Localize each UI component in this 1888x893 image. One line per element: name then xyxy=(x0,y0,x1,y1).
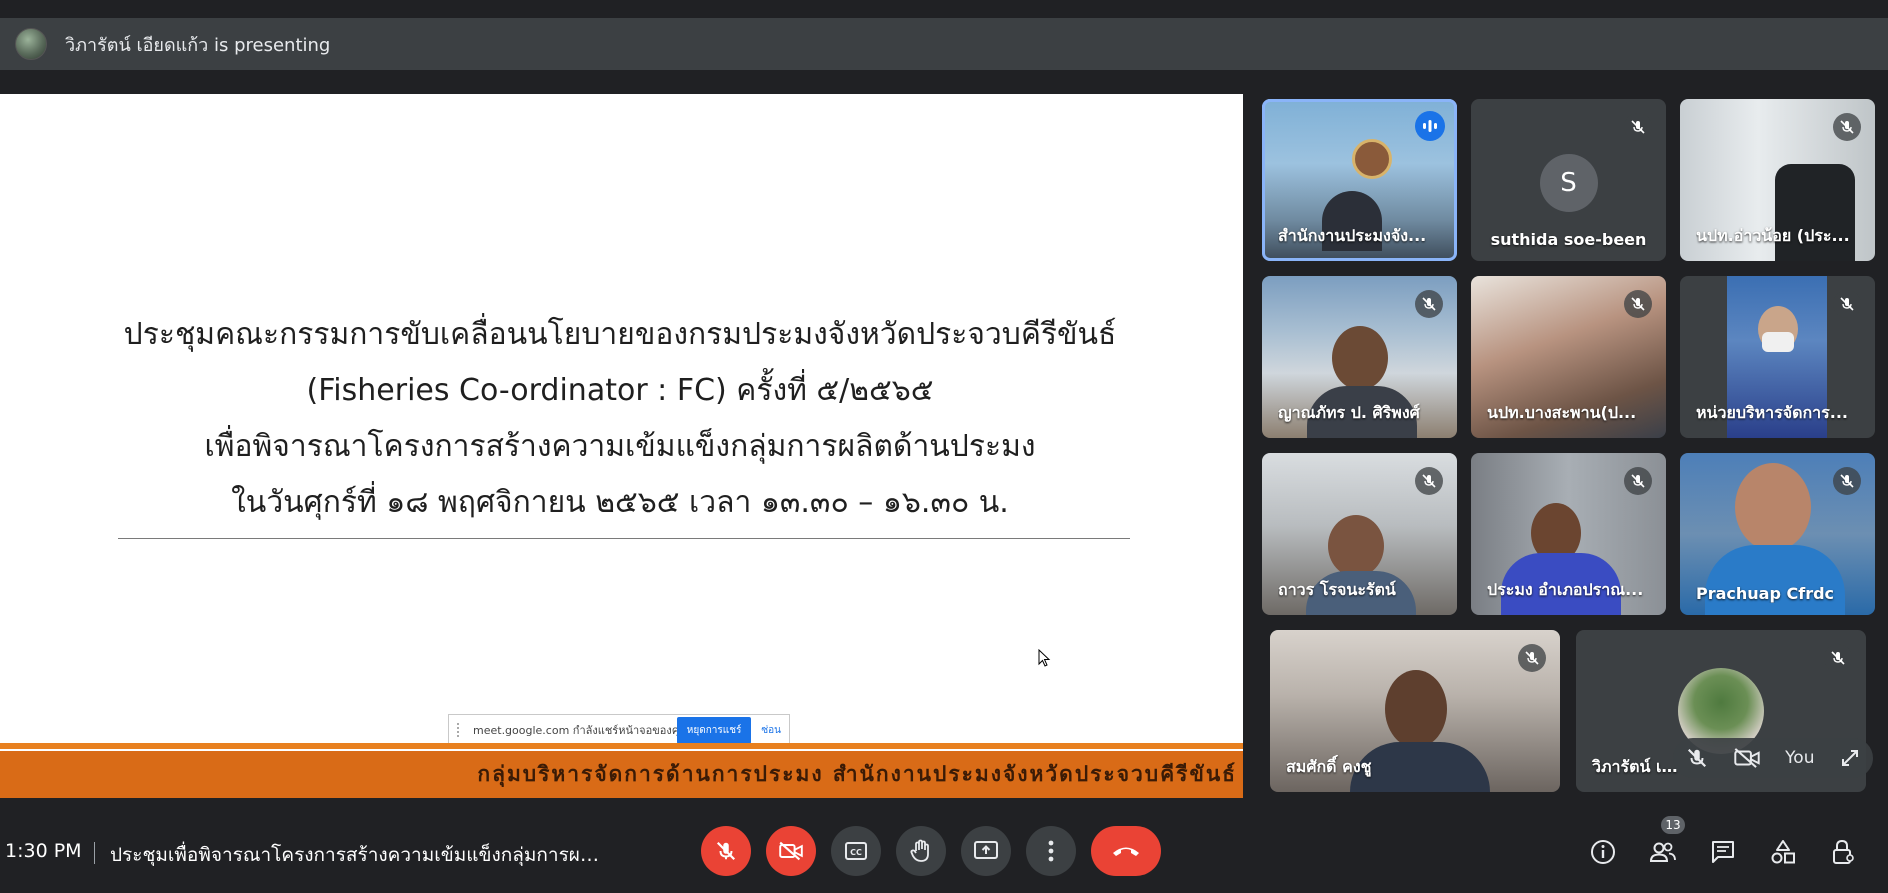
hand-icon xyxy=(910,839,932,863)
participant-name: ประมง อำเภอปราณ... xyxy=(1487,580,1644,599)
presenting-bar: วิภารัตน์ เอียดแก้ว is presenting xyxy=(0,18,1888,70)
meeting-title: ประชุมเพื่อพิจารณาโครงการสร้างความเข้มแข… xyxy=(110,844,600,866)
hang-up-icon xyxy=(1111,844,1141,858)
participant-tile[interactable]: นปท.อ่าวน้อย (ประ... xyxy=(1680,99,1875,261)
separator xyxy=(94,842,95,864)
mic-off-icon xyxy=(1415,290,1443,318)
present-screen-icon xyxy=(973,840,999,862)
mouse-cursor-icon xyxy=(1038,649,1052,669)
participant-tile[interactable]: สำนักงานประมงจัง... xyxy=(1262,99,1457,261)
participant-tile[interactable]: นปท.บางสะพาน(ป... xyxy=(1471,276,1666,438)
presenter-avatar xyxy=(15,28,47,60)
clock: 1:30 PM xyxy=(5,840,82,862)
presenting-text: วิภารัตน์ เอียดแก้ว is presenting xyxy=(65,34,331,56)
people-button[interactable] xyxy=(1643,832,1683,872)
lock-person-icon xyxy=(1830,839,1856,865)
participant-name: นปท.บางสะพาน(ป... xyxy=(1487,403,1637,422)
expand-icon[interactable] xyxy=(1840,748,1860,768)
participant-tile[interactable]: ถาวร โรจนะรัตน์ xyxy=(1262,453,1457,615)
camera-off-icon xyxy=(779,841,803,861)
self-view-controls: You xyxy=(1673,738,1873,778)
participant-name: สมศักดิ์ คงชู xyxy=(1286,757,1372,776)
leave-call-button[interactable] xyxy=(1091,826,1161,876)
slide-line-4: ในวันศุกร์ที่ ๑๘ พฤศจิกายน ๒๕๖๕ เวลา ๑๓.… xyxy=(231,485,1009,520)
more-options-button[interactable] xyxy=(1026,826,1076,876)
participant-name: หน่วยบริหารจัดการ... xyxy=(1696,403,1848,422)
participant-tile[interactable]: S suthida soe-been xyxy=(1471,99,1666,261)
participant-tile[interactable]: ญาณภัทร ป. ศิริพงศ์ xyxy=(1262,276,1457,438)
share-notice-message: meet.google.com กำลังแชร์หน้าจอของคุณ xyxy=(473,724,677,737)
mic-off-icon xyxy=(1833,467,1861,495)
screen-share-notice: meet.google.com กำลังแชร์หน้าจอของคุณ หย… xyxy=(448,714,790,746)
mic-off-icon xyxy=(1624,467,1652,495)
mic-off-icon xyxy=(1833,290,1861,318)
participant-tile[interactable]: ประมง อำเภอปราณ... xyxy=(1471,453,1666,615)
drag-handle-icon[interactable] xyxy=(457,723,465,737)
chat-button[interactable] xyxy=(1703,832,1743,872)
participant-tile[interactable]: หน่วยบริหารจัดการ... xyxy=(1680,276,1875,438)
shared-screen: ประชุมคณะกรรมการขับเคลื่อนนโยบายของกรมปร… xyxy=(0,94,1243,798)
slide-line-3: เพื่อพิจารณาโครงการสร้างความเข้มแข็งกลุ่… xyxy=(204,429,1036,464)
slide-line-1: ประชุมคณะกรรมการขับเคลื่อนนโยบายของกรมปร… xyxy=(123,317,1117,352)
captions-button[interactable]: CC xyxy=(831,826,881,876)
self-view-label: You xyxy=(1785,748,1815,768)
bottom-bar: 1:30 PM ประชุมเพื่อพิจารณาโครงการสร้างคว… xyxy=(0,816,1888,884)
participant-avatar: S xyxy=(1539,154,1598,212)
slide-divider xyxy=(118,538,1130,539)
participant-name: suthida soe-been xyxy=(1490,230,1647,249)
participant-name: Prachuap Cfrdc xyxy=(1696,584,1835,603)
participant-tile[interactable]: Prachuap Cfrdc xyxy=(1680,453,1875,615)
raise-hand-button[interactable] xyxy=(896,826,946,876)
mic-off-icon xyxy=(1415,467,1443,495)
present-now-button[interactable] xyxy=(961,826,1011,876)
mic-off-icon xyxy=(1824,644,1852,672)
participant-name: วิภารัตน์ เอียดแก้ว xyxy=(1592,757,1686,776)
slide-stripe xyxy=(0,743,1243,749)
chat-icon xyxy=(1710,839,1736,865)
mic-off-icon xyxy=(1624,290,1652,318)
camera-toggle-button[interactable] xyxy=(766,826,816,876)
participant-name: สำนักงานประมงจัง... xyxy=(1278,226,1427,245)
participant-name: นปท.อ่าวน้อย (ประ... xyxy=(1696,226,1850,245)
participant-tile[interactable]: สมศักดิ์ คงชู xyxy=(1270,630,1560,792)
mic-off-icon xyxy=(1833,113,1861,141)
slide-footer-banner: กลุ่มบริหารจัดการด้านการประมง สำนักงานปร… xyxy=(0,751,1243,798)
svg-text:CC: CC xyxy=(850,848,862,857)
participant-name: ถาวร โรจนะรัตน์ xyxy=(1278,580,1396,599)
more-vert-icon xyxy=(1048,840,1054,862)
slide-line-2: (Fisheries Co-ordinator : FC) ครั้งที่ ๕… xyxy=(306,373,934,408)
people-icon xyxy=(1649,840,1677,864)
speaking-indicator-icon xyxy=(1415,111,1445,141)
meeting-details-button[interactable] xyxy=(1583,832,1623,872)
shapes-icon xyxy=(1770,839,1796,865)
info-icon xyxy=(1590,839,1616,865)
microphone-toggle-button[interactable] xyxy=(701,826,751,876)
self-mic-off-icon[interactable] xyxy=(1686,747,1708,769)
closed-captions-icon: CC xyxy=(844,841,868,861)
mic-off-icon xyxy=(1518,644,1546,672)
host-controls-button[interactable] xyxy=(1823,832,1863,872)
slide-text: ประชุมคณะกรรมการขับเคลื่อนนโยบายของกรมปร… xyxy=(0,307,1240,531)
hide-notice-button[interactable]: ซ่อน xyxy=(761,723,781,738)
participant-name: ญาณภัทร ป. ศิริพงศ์ xyxy=(1278,403,1420,422)
activities-button[interactable] xyxy=(1763,832,1803,872)
stop-sharing-button[interactable]: หยุดการแชร์ xyxy=(676,716,752,744)
mic-off-icon xyxy=(1624,113,1652,141)
self-camera-off-icon[interactable] xyxy=(1733,747,1760,769)
participant-count-badge: 13 xyxy=(1661,816,1685,834)
mic-off-icon xyxy=(715,840,737,862)
